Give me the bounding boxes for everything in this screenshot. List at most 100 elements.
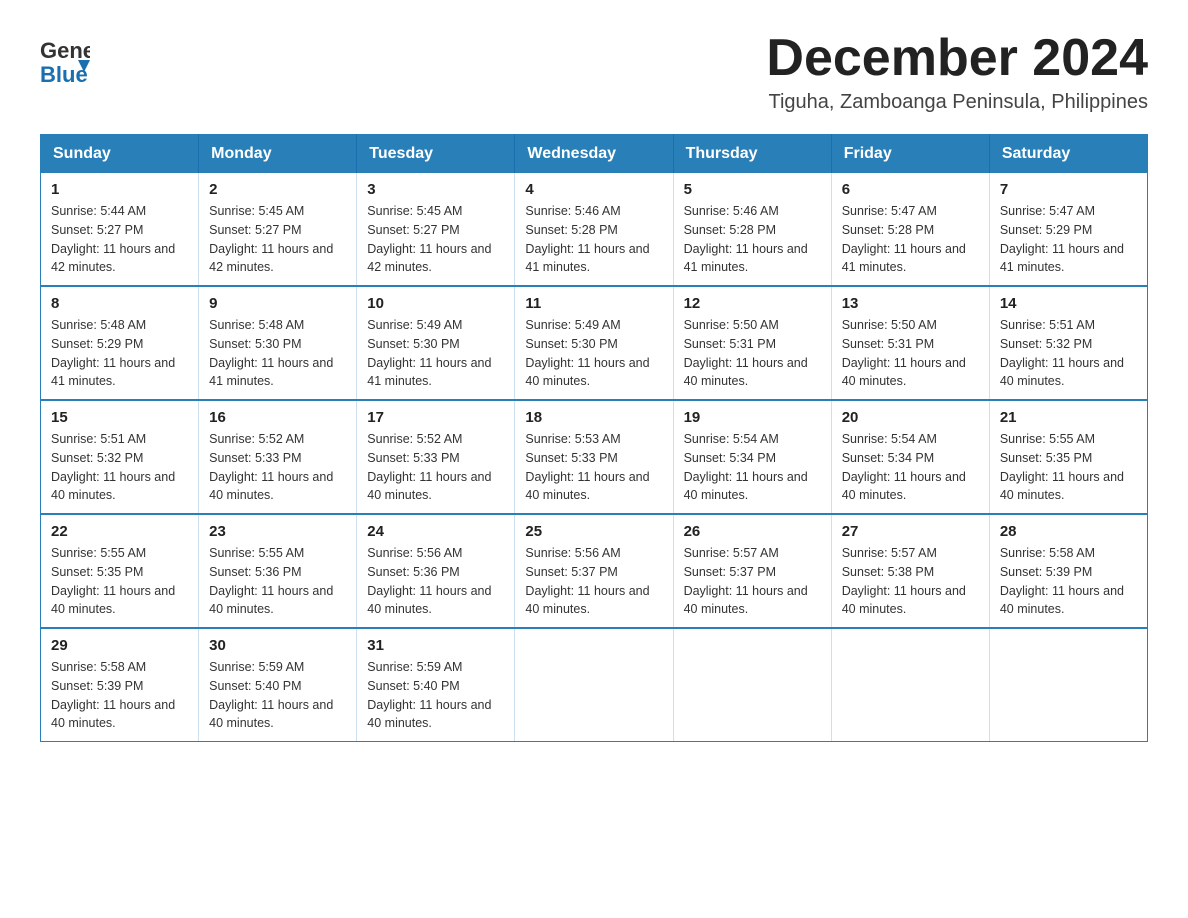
day-info: Sunrise: 5:55 AM Sunset: 5:35 PM Dayligh… bbox=[51, 544, 188, 619]
day-number: 2 bbox=[209, 181, 346, 198]
day-info: Sunrise: 5:55 AM Sunset: 5:36 PM Dayligh… bbox=[209, 544, 346, 619]
month-title: December 2024 bbox=[766, 30, 1148, 87]
calendar-day-cell: 17 Sunrise: 5:52 AM Sunset: 5:33 PM Dayl… bbox=[357, 400, 515, 514]
day-number: 23 bbox=[209, 523, 346, 540]
day-number: 15 bbox=[51, 409, 188, 426]
day-info: Sunrise: 5:51 AM Sunset: 5:32 PM Dayligh… bbox=[1000, 316, 1137, 391]
calendar-day-cell: 29 Sunrise: 5:58 AM Sunset: 5:39 PM Dayl… bbox=[41, 628, 199, 742]
weekday-header: Thursday bbox=[673, 135, 831, 174]
calendar-day-cell: 16 Sunrise: 5:52 AM Sunset: 5:33 PM Dayl… bbox=[199, 400, 357, 514]
day-number: 16 bbox=[209, 409, 346, 426]
day-number: 27 bbox=[842, 523, 979, 540]
day-info: Sunrise: 5:45 AM Sunset: 5:27 PM Dayligh… bbox=[209, 202, 346, 277]
day-info: Sunrise: 5:51 AM Sunset: 5:32 PM Dayligh… bbox=[51, 430, 188, 505]
calendar-week-row: 22 Sunrise: 5:55 AM Sunset: 5:35 PM Dayl… bbox=[41, 514, 1148, 628]
calendar-day-cell: 7 Sunrise: 5:47 AM Sunset: 5:29 PM Dayli… bbox=[989, 173, 1147, 286]
weekday-header: Monday bbox=[199, 135, 357, 174]
day-info: Sunrise: 5:56 AM Sunset: 5:36 PM Dayligh… bbox=[367, 544, 504, 619]
calendar-day-cell: 14 Sunrise: 5:51 AM Sunset: 5:32 PM Dayl… bbox=[989, 286, 1147, 400]
day-info: Sunrise: 5:54 AM Sunset: 5:34 PM Dayligh… bbox=[684, 430, 821, 505]
day-info: Sunrise: 5:52 AM Sunset: 5:33 PM Dayligh… bbox=[209, 430, 346, 505]
calendar-week-row: 8 Sunrise: 5:48 AM Sunset: 5:29 PM Dayli… bbox=[41, 286, 1148, 400]
day-number: 14 bbox=[1000, 295, 1137, 312]
calendar-day-cell: 18 Sunrise: 5:53 AM Sunset: 5:33 PM Dayl… bbox=[515, 400, 673, 514]
day-number: 1 bbox=[51, 181, 188, 198]
day-number: 29 bbox=[51, 637, 188, 654]
day-info: Sunrise: 5:57 AM Sunset: 5:38 PM Dayligh… bbox=[842, 544, 979, 619]
day-number: 26 bbox=[684, 523, 821, 540]
day-info: Sunrise: 5:45 AM Sunset: 5:27 PM Dayligh… bbox=[367, 202, 504, 277]
day-info: Sunrise: 5:58 AM Sunset: 5:39 PM Dayligh… bbox=[51, 658, 188, 733]
day-info: Sunrise: 5:56 AM Sunset: 5:37 PM Dayligh… bbox=[525, 544, 662, 619]
calendar-day-cell: 5 Sunrise: 5:46 AM Sunset: 5:28 PM Dayli… bbox=[673, 173, 831, 286]
calendar-day-cell bbox=[989, 628, 1147, 742]
calendar-day-cell: 19 Sunrise: 5:54 AM Sunset: 5:34 PM Dayl… bbox=[673, 400, 831, 514]
day-info: Sunrise: 5:55 AM Sunset: 5:35 PM Dayligh… bbox=[1000, 430, 1137, 505]
day-number: 4 bbox=[525, 181, 662, 198]
day-info: Sunrise: 5:54 AM Sunset: 5:34 PM Dayligh… bbox=[842, 430, 979, 505]
weekday-header: Sunday bbox=[41, 135, 199, 174]
day-number: 18 bbox=[525, 409, 662, 426]
day-number: 31 bbox=[367, 637, 504, 654]
day-number: 22 bbox=[51, 523, 188, 540]
day-number: 20 bbox=[842, 409, 979, 426]
calendar-day-cell: 4 Sunrise: 5:46 AM Sunset: 5:28 PM Dayli… bbox=[515, 173, 673, 286]
weekday-header: Tuesday bbox=[357, 135, 515, 174]
calendar-day-cell: 30 Sunrise: 5:59 AM Sunset: 5:40 PM Dayl… bbox=[199, 628, 357, 742]
calendar-day-cell: 13 Sunrise: 5:50 AM Sunset: 5:31 PM Dayl… bbox=[831, 286, 989, 400]
day-info: Sunrise: 5:52 AM Sunset: 5:33 PM Dayligh… bbox=[367, 430, 504, 505]
calendar-day-cell: 10 Sunrise: 5:49 AM Sunset: 5:30 PM Dayl… bbox=[357, 286, 515, 400]
calendar-day-cell: 22 Sunrise: 5:55 AM Sunset: 5:35 PM Dayl… bbox=[41, 514, 199, 628]
calendar-day-cell: 31 Sunrise: 5:59 AM Sunset: 5:40 PM Dayl… bbox=[357, 628, 515, 742]
calendar-day-cell: 28 Sunrise: 5:58 AM Sunset: 5:39 PM Dayl… bbox=[989, 514, 1147, 628]
day-number: 3 bbox=[367, 181, 504, 198]
day-number: 25 bbox=[525, 523, 662, 540]
weekday-header: Wednesday bbox=[515, 135, 673, 174]
calendar-day-cell: 11 Sunrise: 5:49 AM Sunset: 5:30 PM Dayl… bbox=[515, 286, 673, 400]
svg-text:Blue: Blue bbox=[40, 62, 88, 85]
day-number: 7 bbox=[1000, 181, 1137, 198]
day-info: Sunrise: 5:47 AM Sunset: 5:29 PM Dayligh… bbox=[1000, 202, 1137, 277]
calendar-day-cell: 3 Sunrise: 5:45 AM Sunset: 5:27 PM Dayli… bbox=[357, 173, 515, 286]
day-number: 12 bbox=[684, 295, 821, 312]
calendar-day-cell bbox=[515, 628, 673, 742]
day-info: Sunrise: 5:59 AM Sunset: 5:40 PM Dayligh… bbox=[367, 658, 504, 733]
calendar-day-cell bbox=[673, 628, 831, 742]
calendar-day-cell: 25 Sunrise: 5:56 AM Sunset: 5:37 PM Dayl… bbox=[515, 514, 673, 628]
logo-icon: General Blue bbox=[40, 30, 90, 85]
calendar-day-cell: 24 Sunrise: 5:56 AM Sunset: 5:36 PM Dayl… bbox=[357, 514, 515, 628]
day-info: Sunrise: 5:50 AM Sunset: 5:31 PM Dayligh… bbox=[684, 316, 821, 391]
calendar-week-row: 1 Sunrise: 5:44 AM Sunset: 5:27 PM Dayli… bbox=[41, 173, 1148, 286]
day-number: 28 bbox=[1000, 523, 1137, 540]
day-number: 8 bbox=[51, 295, 188, 312]
day-number: 13 bbox=[842, 295, 979, 312]
day-info: Sunrise: 5:46 AM Sunset: 5:28 PM Dayligh… bbox=[525, 202, 662, 277]
calendar-day-cell: 26 Sunrise: 5:57 AM Sunset: 5:37 PM Dayl… bbox=[673, 514, 831, 628]
day-number: 5 bbox=[684, 181, 821, 198]
day-number: 30 bbox=[209, 637, 346, 654]
calendar-day-cell: 15 Sunrise: 5:51 AM Sunset: 5:32 PM Dayl… bbox=[41, 400, 199, 514]
svg-text:General: General bbox=[40, 38, 90, 63]
calendar-day-cell: 6 Sunrise: 5:47 AM Sunset: 5:28 PM Dayli… bbox=[831, 173, 989, 286]
day-info: Sunrise: 5:47 AM Sunset: 5:28 PM Dayligh… bbox=[842, 202, 979, 277]
day-number: 6 bbox=[842, 181, 979, 198]
day-number: 21 bbox=[1000, 409, 1137, 426]
calendar-day-cell: 8 Sunrise: 5:48 AM Sunset: 5:29 PM Dayli… bbox=[41, 286, 199, 400]
day-info: Sunrise: 5:46 AM Sunset: 5:28 PM Dayligh… bbox=[684, 202, 821, 277]
day-info: Sunrise: 5:48 AM Sunset: 5:30 PM Dayligh… bbox=[209, 316, 346, 391]
calendar-day-cell: 9 Sunrise: 5:48 AM Sunset: 5:30 PM Dayli… bbox=[199, 286, 357, 400]
day-number: 24 bbox=[367, 523, 504, 540]
calendar-table: SundayMondayTuesdayWednesdayThursdayFrid… bbox=[40, 134, 1148, 742]
page-header: General Blue December 2024 Tiguha, Zambo… bbox=[40, 30, 1148, 114]
day-number: 9 bbox=[209, 295, 346, 312]
day-info: Sunrise: 5:44 AM Sunset: 5:27 PM Dayligh… bbox=[51, 202, 188, 277]
day-info: Sunrise: 5:49 AM Sunset: 5:30 PM Dayligh… bbox=[367, 316, 504, 391]
day-number: 19 bbox=[684, 409, 821, 426]
title-area: December 2024 Tiguha, Zamboanga Peninsul… bbox=[766, 30, 1148, 114]
calendar-day-cell: 1 Sunrise: 5:44 AM Sunset: 5:27 PM Dayli… bbox=[41, 173, 199, 286]
calendar-day-cell: 23 Sunrise: 5:55 AM Sunset: 5:36 PM Dayl… bbox=[199, 514, 357, 628]
calendar-week-row: 15 Sunrise: 5:51 AM Sunset: 5:32 PM Dayl… bbox=[41, 400, 1148, 514]
weekday-header: Friday bbox=[831, 135, 989, 174]
day-info: Sunrise: 5:57 AM Sunset: 5:37 PM Dayligh… bbox=[684, 544, 821, 619]
weekday-header: Saturday bbox=[989, 135, 1147, 174]
